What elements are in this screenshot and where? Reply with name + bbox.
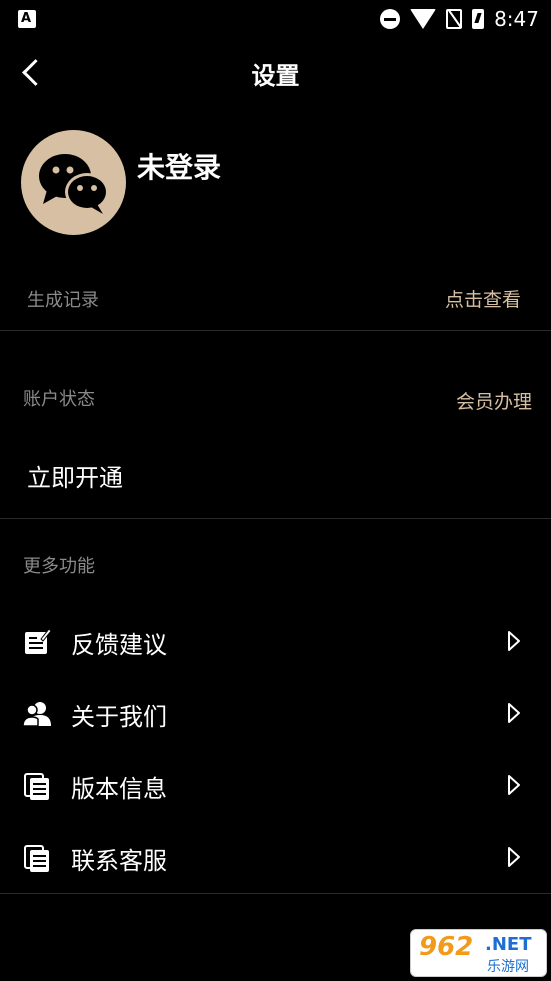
users-icon [23,702,51,727]
menu-item-label: 联系客服 [71,847,167,875]
more-features-label: 更多功能 [23,556,95,577]
account-status-label: 账户状态 [23,389,95,410]
divider [0,518,551,519]
divider [0,893,551,894]
view-records-link[interactable]: 点击查看 [445,285,521,312]
menu-item-label: 关于我们 [71,703,167,731]
play-arrow-icon [508,631,520,651]
status-icons: 8:47 [380,6,539,32]
divider [0,330,551,331]
play-arrow-icon [508,703,520,723]
menu-item-feedback[interactable]: 反馈建议 [0,610,551,674]
document-icon [24,845,49,872]
site-watermark: 962 .NET 乐游网 [410,929,547,977]
watermark-net: .NET [485,934,532,955]
records-label: 生成记录 [27,290,99,311]
membership-link[interactable]: 会员办理 [456,387,532,414]
play-arrow-icon [508,847,520,867]
no-sim-icon [446,9,463,29]
do-not-disturb-icon [380,9,401,29]
status-bar: A 8:47 [0,0,551,38]
feedback-icon [25,628,51,654]
wifi-icon [410,9,437,29]
wechat-icon [39,154,109,214]
menu-item-version[interactable]: 版本信息 [0,754,551,818]
watermark-number: 962 [419,932,474,962]
clock: 8:47 [494,7,539,31]
battery-charging-icon [472,9,485,29]
document-icon [24,773,49,800]
play-arrow-icon [508,775,520,795]
avatar[interactable] [21,130,126,235]
activate-now-button[interactable]: 立即开通 [27,458,123,493]
page-title: 设置 [251,62,300,90]
menu-item-label: 版本信息 [71,775,167,803]
menu-item-about[interactable]: 关于我们 [0,682,551,746]
username[interactable]: 未登录 [137,146,221,186]
menu-item-contact-support[interactable]: 联系客服 [0,826,551,890]
top-bar: 设置 [0,46,551,100]
menu-item-label: 反馈建议 [71,631,167,659]
watermark-sub: 乐游网 [487,959,529,975]
app-notification-icon: A [18,10,36,28]
